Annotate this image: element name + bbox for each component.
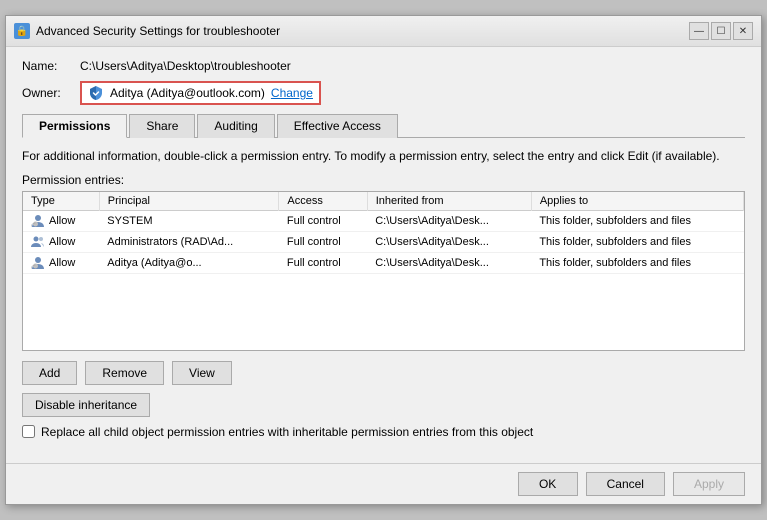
row2-applies: This folder, subfolders and files (531, 231, 743, 252)
row1-inherited: C:\Users\Aditya\Desk... (367, 210, 531, 231)
window-title: Advanced Security Settings for troublesh… (36, 24, 280, 38)
row3-inherited: C:\Users\Aditya\Desk... (367, 252, 531, 273)
dialog-content: Name: C:\Users\Aditya\Desktop\troublesho… (6, 47, 761, 463)
checkbox-row: Replace all child object permission entr… (22, 425, 745, 439)
row2-access: Full control (279, 231, 367, 252)
name-row: Name: C:\Users\Aditya\Desktop\troublesho… (22, 59, 745, 73)
row2-type: Allow (23, 231, 99, 252)
row3-principal: Aditya (Aditya@o... (99, 252, 279, 273)
row1-applies: This folder, subfolders and files (531, 210, 743, 231)
owner-box: Aditya (Aditya@outlook.com) Change (80, 81, 321, 105)
section-label: Permission entries: (22, 173, 745, 187)
title-controls: — ☐ ✕ (689, 22, 753, 40)
row1-principal: SYSTEM (99, 210, 279, 231)
title-bar: 🔒 Advanced Security Settings for trouble… (6, 16, 761, 47)
row2-inherited: C:\Users\Aditya\Desk... (367, 231, 531, 252)
replace-permissions-checkbox[interactable] (22, 425, 35, 438)
close-button[interactable]: ✕ (733, 22, 753, 40)
tab-bar: Permissions Share Auditing Effective Acc… (22, 113, 745, 138)
owner-label: Owner: (22, 86, 72, 100)
tab-permissions[interactable]: Permissions (22, 114, 127, 138)
maximize-button[interactable]: ☐ (711, 22, 731, 40)
tab-share[interactable]: Share (129, 114, 195, 138)
user-icon (31, 214, 45, 228)
replace-permissions-label: Replace all child object permission entr… (41, 425, 533, 439)
tab-effective-access[interactable]: Effective Access (277, 114, 398, 138)
shield-icon (88, 85, 104, 101)
table-row[interactable]: Allow SYSTEM Full control C:\Users\Adity… (23, 210, 744, 231)
permissions-table: Type Principal Access Inherited from App… (23, 192, 744, 274)
cancel-button[interactable]: Cancel (586, 472, 665, 496)
row2-principal: Administrators (RAD\Ad... (99, 231, 279, 252)
main-window: 🔒 Advanced Security Settings for trouble… (5, 15, 762, 505)
table-header: Type Principal Access Inherited from App… (23, 192, 744, 211)
col-type: Type (23, 192, 99, 211)
apply-button[interactable]: Apply (673, 472, 745, 496)
owner-value: Aditya (Aditya@outlook.com) (110, 86, 265, 100)
view-button[interactable]: View (172, 361, 232, 385)
name-label: Name: (22, 59, 72, 73)
table-row[interactable]: Allow Aditya (Aditya@o... Full control C… (23, 252, 744, 273)
col-inherited: Inherited from (367, 192, 531, 211)
col-applies: Applies to (531, 192, 743, 211)
row3-access: Full control (279, 252, 367, 273)
remove-button[interactable]: Remove (85, 361, 164, 385)
permissions-table-container[interactable]: Type Principal Access Inherited from App… (22, 191, 745, 351)
row3-type: Allow (23, 252, 99, 273)
table-row[interactable]: Allow Administrators (RAD\Ad... Full con… (23, 231, 744, 252)
header-row: Type Principal Access Inherited from App… (23, 192, 744, 211)
col-principal: Principal (99, 192, 279, 211)
table-body: Allow SYSTEM Full control C:\Users\Adity… (23, 210, 744, 273)
add-button[interactable]: Add (22, 361, 77, 385)
col-access: Access (279, 192, 367, 211)
info-text: For additional information, double-click… (22, 148, 745, 165)
window-icon: 🔒 (14, 23, 30, 39)
change-link[interactable]: Change (271, 86, 313, 100)
users-icon (31, 235, 45, 249)
row1-type: Allow (23, 210, 99, 231)
action-buttons: Add Remove View (22, 361, 745, 385)
tab-auditing[interactable]: Auditing (197, 114, 274, 138)
owner-row: Owner: Aditya (Aditya@outlook.com) Chang… (22, 81, 745, 105)
dialog-footer: OK Cancel Apply (6, 463, 761, 504)
minimize-button[interactable]: — (689, 22, 709, 40)
row1-access: Full control (279, 210, 367, 231)
disable-inheritance-button[interactable]: Disable inheritance (22, 393, 150, 417)
title-bar-left: 🔒 Advanced Security Settings for trouble… (14, 23, 280, 39)
ok-button[interactable]: OK (518, 472, 578, 496)
name-value: C:\Users\Aditya\Desktop\troubleshooter (80, 59, 291, 73)
row3-applies: This folder, subfolders and files (531, 252, 743, 273)
user-icon (31, 256, 45, 270)
